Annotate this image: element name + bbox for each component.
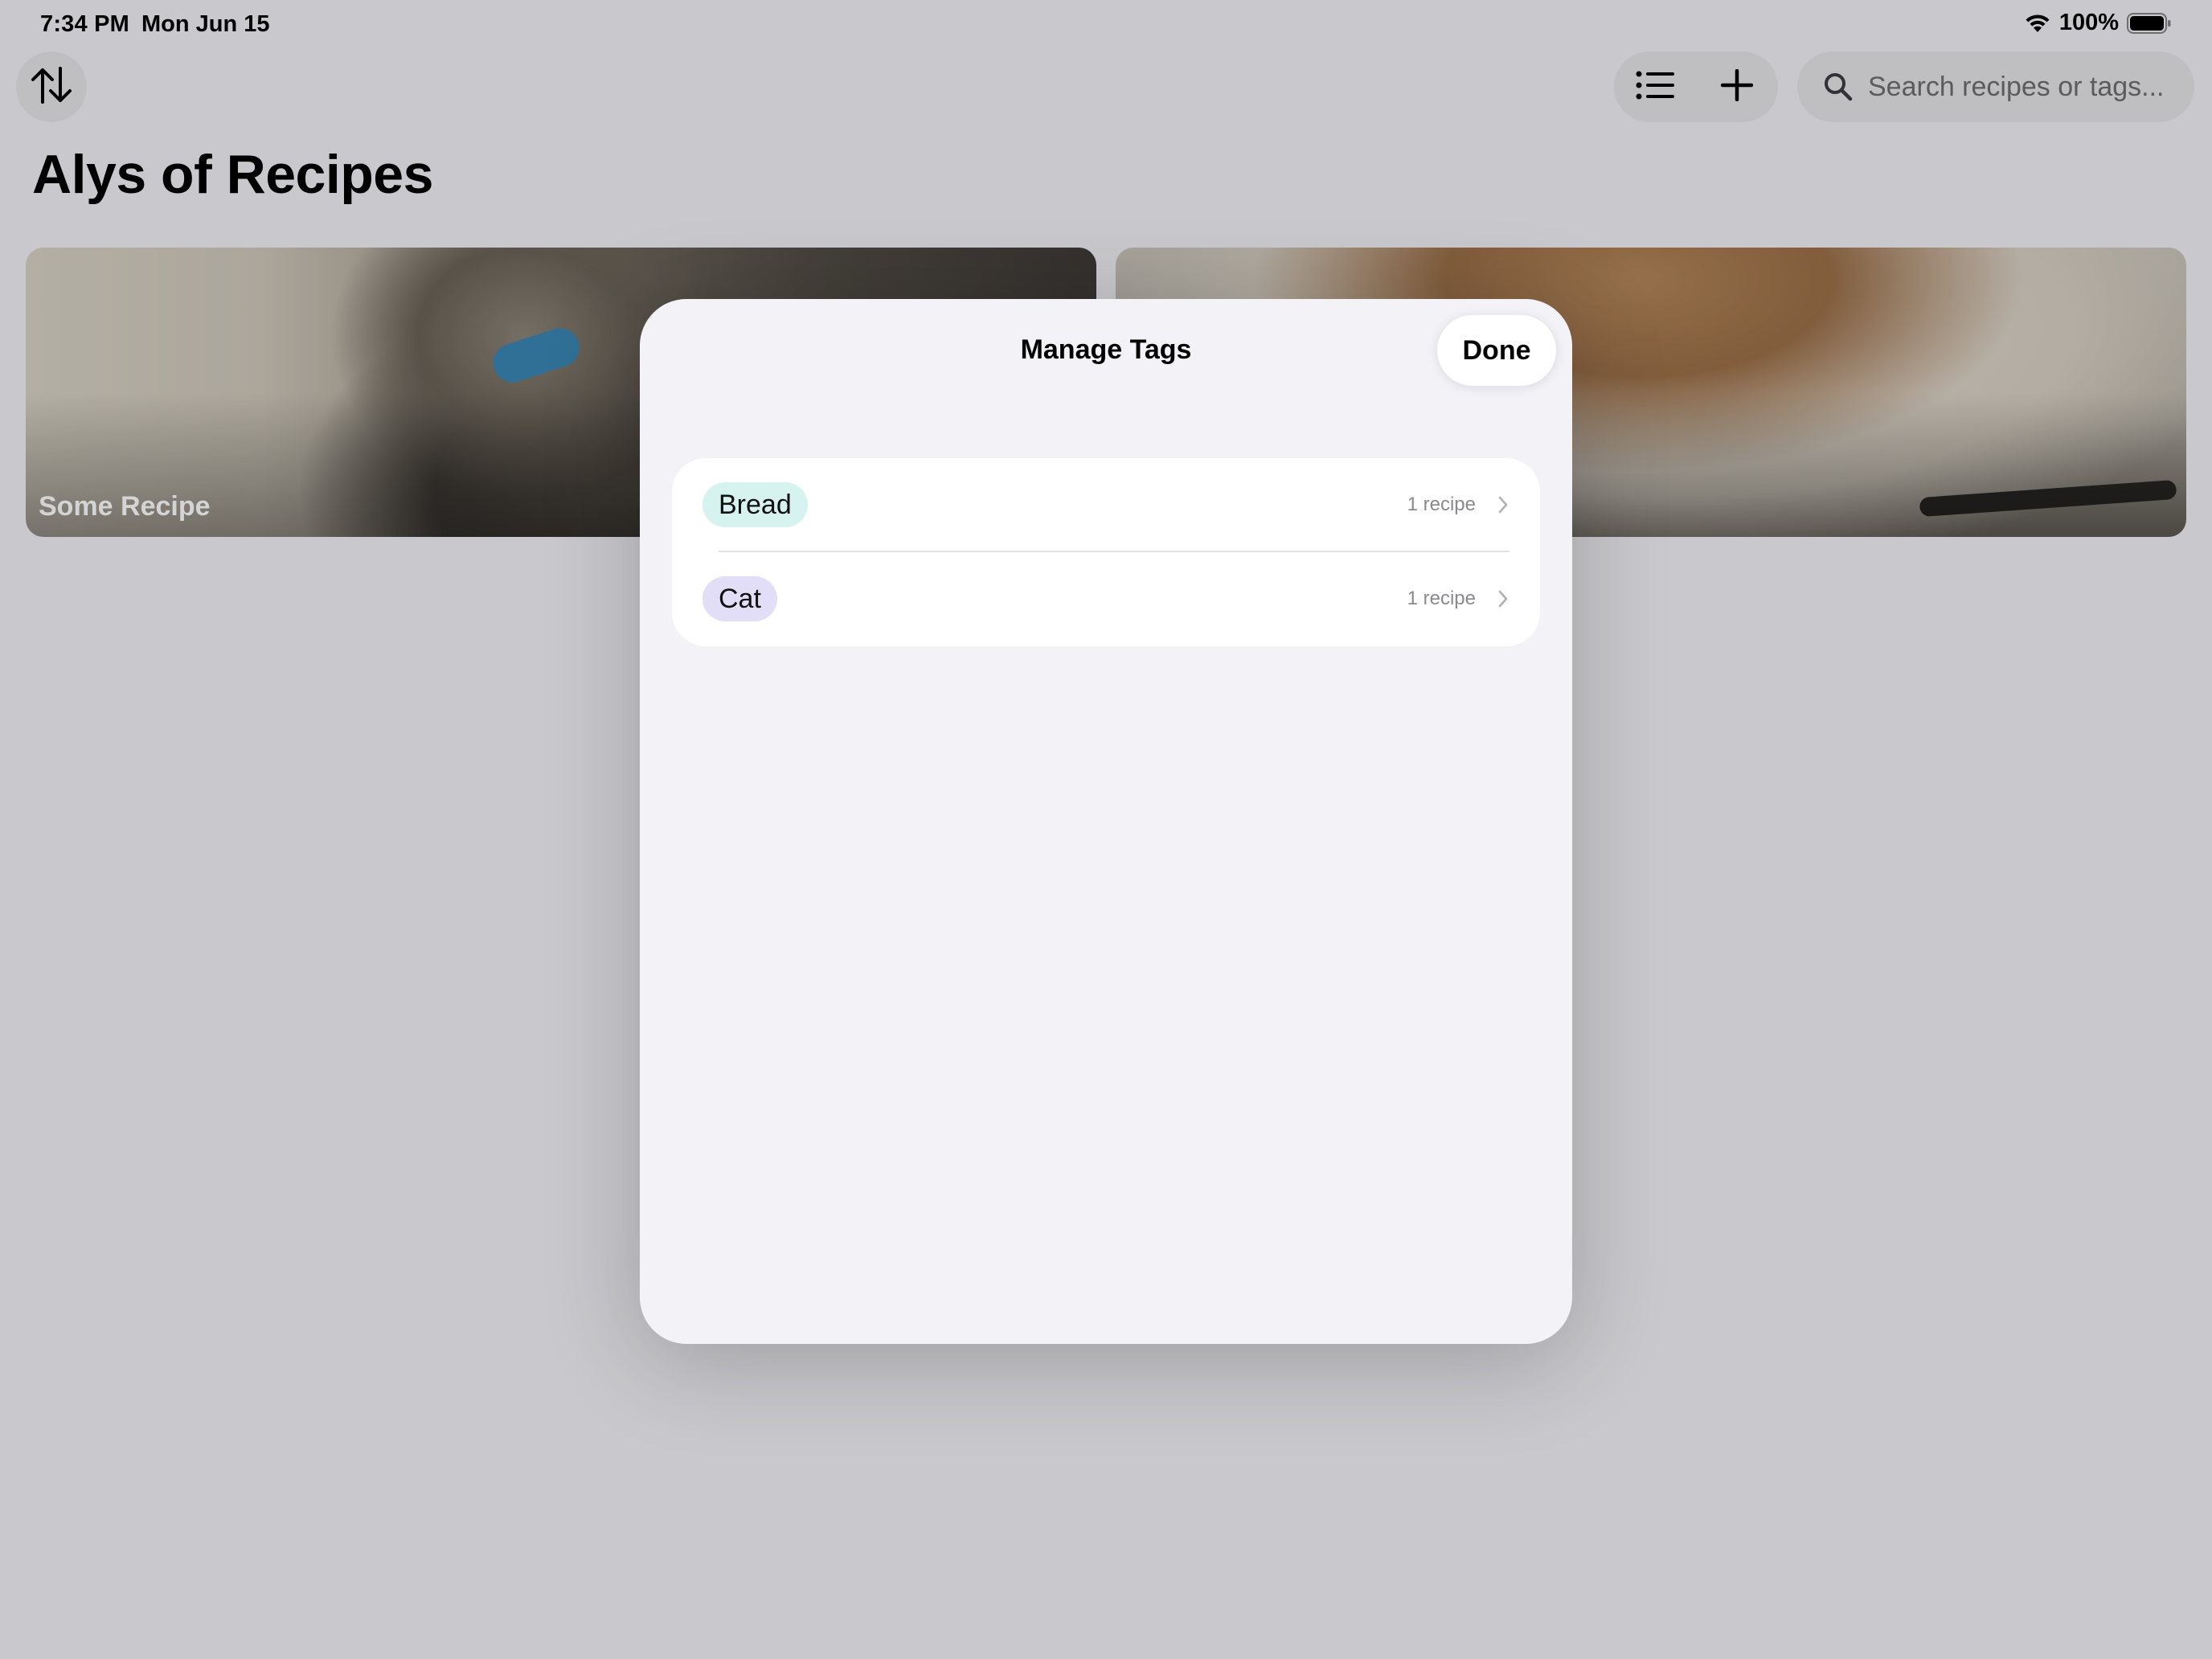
tag-recipe-count: 1 recipe [1407,494,1476,515]
modal-title: Manage Tags [1020,334,1192,365]
manage-tags-sheet: Manage Tags Done Bread 1 recipe Cat 1 re… [640,299,1572,1344]
tag-recipe-count: 1 recipe [1407,588,1476,609]
tag-pill: Cat [703,576,777,621]
chevron-right-icon [1497,494,1509,515]
done-button[interactable]: Done [1437,315,1556,386]
tag-list: Bread 1 recipe Cat 1 recipe [672,458,1540,646]
chevron-right-icon [1497,588,1509,609]
tag-pill: Bread [703,482,808,527]
tag-row[interactable]: Bread 1 recipe [672,458,1540,552]
tag-row[interactable]: Cat 1 recipe [672,552,1540,646]
